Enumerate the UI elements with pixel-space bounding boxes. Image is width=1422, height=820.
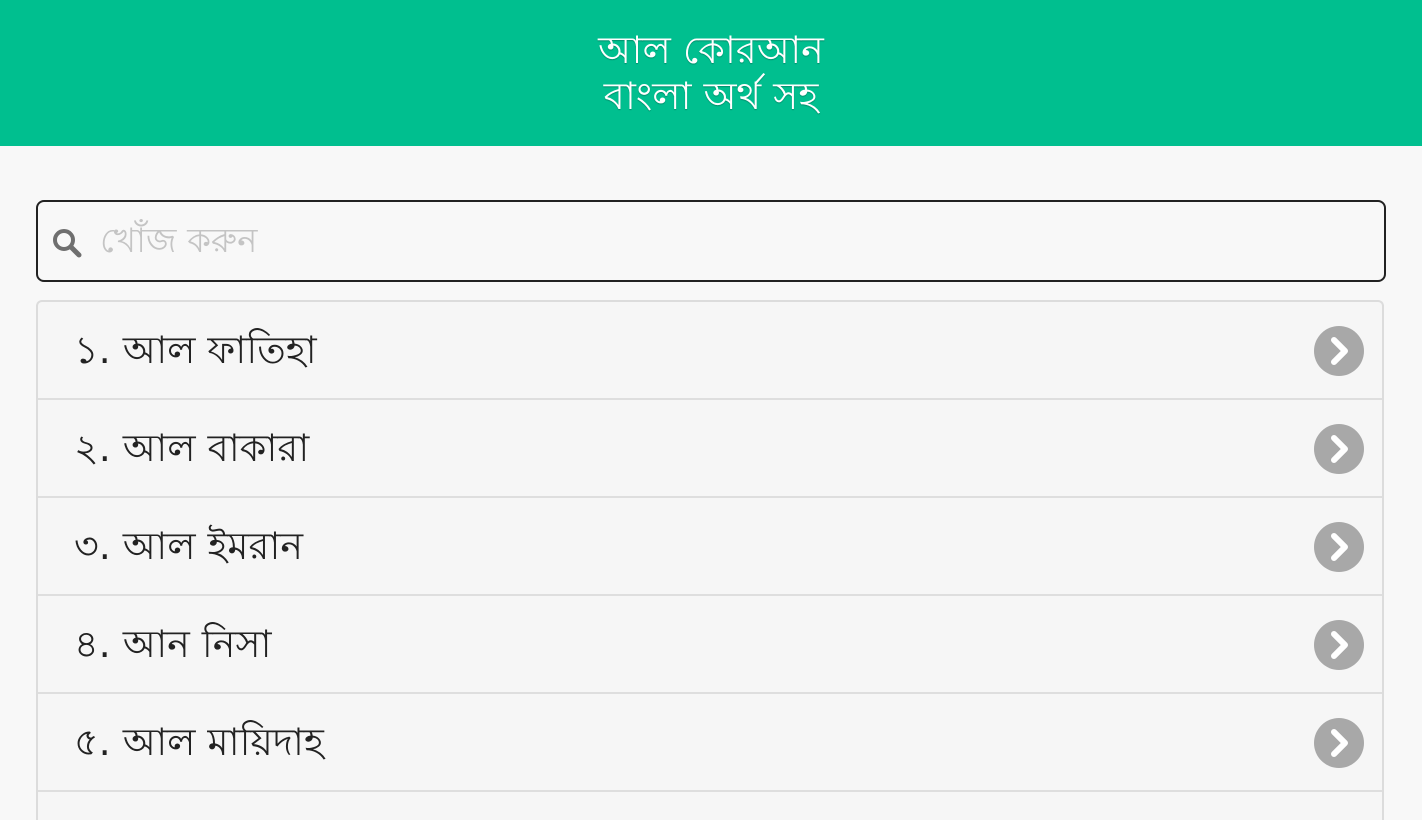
chevron-right-icon[interactable] <box>1314 326 1364 376</box>
chevron-right-icon[interactable] <box>1314 620 1364 670</box>
chevron-right-icon[interactable] <box>1314 424 1364 474</box>
app-title-line-1: আল কোরআন <box>598 28 824 72</box>
app-header: আল কোরআন বাংলা অর্থ সহ <box>0 0 1422 146</box>
search-box[interactable] <box>36 200 1386 282</box>
list-item-label: ৫. আল মায়িদাহ <box>74 720 324 764</box>
list-item[interactable]: ৫. আল মায়িদাহ <box>38 694 1382 792</box>
list-item[interactable]: ১. আল ফাতিহা <box>38 302 1382 400</box>
search-icon <box>50 226 84 260</box>
chevron-right-icon[interactable] <box>1314 718 1364 768</box>
list-item-label: ৪. আন নিসা <box>74 622 272 666</box>
list-item[interactable]: ২. আল বাকারা <box>38 400 1382 498</box>
chevron-right-icon[interactable] <box>1314 522 1364 572</box>
list-item-label: ১. আল ফাতিহা <box>74 328 317 372</box>
list-item[interactable]: ৩. আল ইমরান <box>38 498 1382 596</box>
app-title-line-2: বাংলা অর্থ সহ <box>603 74 819 118</box>
list-item-label: ৩. আল ইমরান <box>74 524 304 568</box>
list-item[interactable]: ৪. আন নিসা <box>38 596 1382 694</box>
search-input[interactable] <box>100 202 1370 280</box>
list-item-label: ২. আল বাকারা <box>74 426 310 470</box>
surah-list: ১. আল ফাতিহা ২. আল বাকারা ৩. আল ইমরান ৪.… <box>36 300 1384 820</box>
